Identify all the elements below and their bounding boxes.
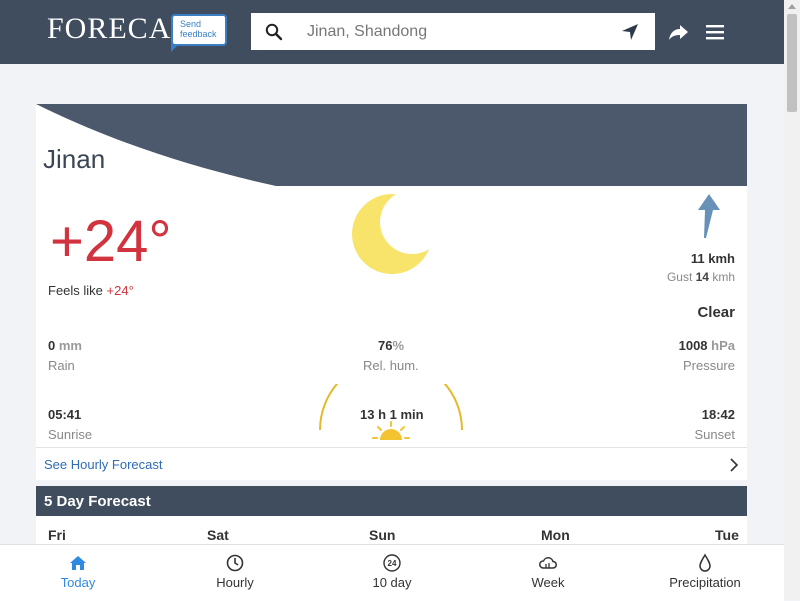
hourly-link-label[interactable]: See Hourly Forecast <box>44 457 163 472</box>
five-day-title: 5 Day Forecast <box>44 493 151 510</box>
rain-amount: 0 <box>48 338 56 353</box>
forecast-day[interactable]: Mon <box>541 527 570 543</box>
forecast-day[interactable]: Sun <box>369 527 395 543</box>
scrollbar-thumb[interactable] <box>787 14 797 112</box>
feels-like-value: +24° <box>106 283 134 298</box>
sunset-label: Sunset <box>694 427 735 442</box>
sunrise-label: Sunrise <box>48 427 93 442</box>
pressure-unit: hPa <box>711 338 735 353</box>
calendar-24-icon[interactable]: 24 <box>382 553 402 573</box>
location-arrow-icon[interactable] <box>621 23 639 41</box>
nav-precipitation-label[interactable]: Precipitation <box>655 575 755 590</box>
search-input[interactable] <box>307 21 597 43</box>
search-bar <box>251 13 655 50</box>
wind-direction-icon <box>698 194 720 238</box>
clock-icon[interactable] <box>225 553 245 573</box>
nav-today-label[interactable]: Today <box>28 575 128 590</box>
share-icon[interactable] <box>668 22 690 42</box>
rain-value: 0 mm <box>48 338 82 353</box>
send-feedback-button[interactable]: Send feedback <box>171 14 227 52</box>
bottom-navigation: Today Hourly 24 10 day Week Precipitatio… <box>0 544 784 601</box>
moon-icon <box>352 194 432 274</box>
feels-like: Feels like +24° <box>48 283 134 298</box>
pressure-amount: 1008 <box>678 338 708 353</box>
current-temperature: +24° <box>50 209 172 274</box>
humidity-amount: 76 <box>378 338 393 353</box>
city-name: Jinan <box>43 144 106 174</box>
nav-precipitation[interactable]: Precipitation <box>655 545 755 601</box>
cloud-sun-icon[interactable] <box>538 553 558 573</box>
forecast-days-row: Fri Sat Sun Mon Tue <box>36 516 747 546</box>
forecast-day[interactable]: Sat <box>207 527 229 543</box>
home-icon[interactable] <box>68 553 88 573</box>
feels-like-label: Feels like <box>48 283 103 298</box>
pressure-value: 1008 hPa <box>679 338 735 353</box>
humidity-value: 76% <box>378 338 404 353</box>
scroll-up-arrow[interactable] <box>788 4 796 9</box>
droplet-icon[interactable] <box>695 553 715 573</box>
forecast-day[interactable]: Fri <box>48 527 66 543</box>
gust-unit: kmh <box>712 270 735 284</box>
weather-condition: Clear <box>697 304 735 321</box>
five-day-forecast-header: 5 Day Forecast <box>36 486 747 516</box>
scrollbar[interactable] <box>784 0 800 600</box>
sunset-time: 18:42 <box>701 407 735 422</box>
search-icon[interactable] <box>265 23 283 41</box>
rain-label: Rain <box>48 358 75 373</box>
nav-week[interactable]: Week <box>498 545 598 601</box>
hamburger-menu-icon[interactable] <box>704 22 726 42</box>
humidity-unit: % <box>392 338 405 353</box>
gust-value: 14 <box>695 270 709 284</box>
nav-10-day[interactable]: 24 10 day <box>342 545 442 601</box>
chevron-right-icon[interactable] <box>729 458 739 472</box>
header-bar: FORECA Send feedback <box>0 0 784 64</box>
wind-gust: Gust 14 kmh <box>667 270 735 284</box>
forecast-day[interactable]: Tue <box>715 527 739 543</box>
nav-10-day-label[interactable]: 10 day <box>342 575 442 590</box>
nav-hourly[interactable]: Hourly <box>185 545 285 601</box>
current-weather-card: Jinan +24° Feels like +24° 11 kmh Gust 1… <box>36 104 747 480</box>
nav-hourly-label[interactable]: Hourly <box>185 575 285 590</box>
sunrise-time: 05:41 <box>48 407 82 422</box>
pressure-label: Pressure <box>682 358 735 373</box>
see-hourly-forecast-link[interactable]: See Hourly Forecast <box>36 447 747 480</box>
gust-label: Gust <box>666 270 693 284</box>
day-length: 13 h 1 min <box>360 407 424 422</box>
nav-today[interactable]: Today <box>28 545 128 601</box>
sun-icon <box>372 421 410 440</box>
rain-unit: mm <box>58 338 82 353</box>
humidity-label: Rel. hum. <box>363 358 419 373</box>
header-banner <box>36 104 747 186</box>
nav-week-label[interactable]: Week <box>498 575 598 590</box>
svg-text:24: 24 <box>388 559 397 568</box>
wind-speed: 11 kmh <box>690 251 735 266</box>
foreca-logo[interactable]: FORECA <box>47 12 171 45</box>
